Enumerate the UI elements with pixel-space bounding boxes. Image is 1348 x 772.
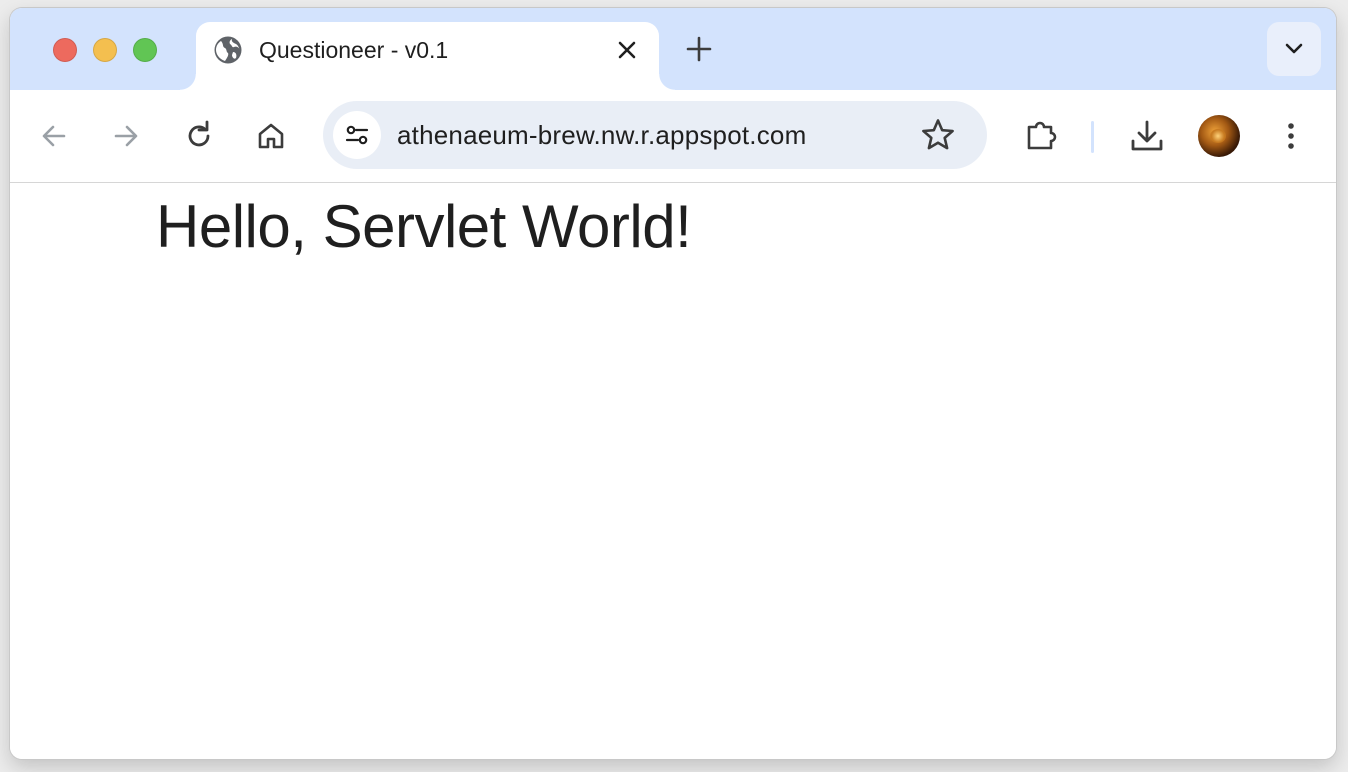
- window-maximize-button[interactable]: [133, 38, 157, 62]
- site-settings-icon: [345, 125, 369, 145]
- window-close-button[interactable]: [53, 38, 77, 62]
- home-icon[interactable]: [255, 120, 287, 152]
- site-info-button[interactable]: [333, 111, 381, 159]
- globe-icon: [214, 36, 242, 64]
- profile-avatar[interactable]: [1198, 115, 1240, 157]
- tab-strip: Questioneer - v0.1: [10, 8, 1336, 90]
- chevron-down-icon: [1285, 43, 1303, 54]
- close-tab-icon[interactable]: [615, 38, 639, 62]
- more-menu-icon[interactable]: [1275, 120, 1307, 152]
- page-heading: Hello, Servlet World!: [156, 193, 692, 260]
- bookmark-star-icon[interactable]: [920, 117, 956, 153]
- window-minimize-button[interactable]: [93, 38, 117, 62]
- extensions-icon[interactable]: [1023, 118, 1059, 154]
- url-text: athenaeum-brew.nw.r.appspot.com: [397, 120, 807, 150]
- tab-title: Questioneer - v0.1: [259, 37, 449, 63]
- reload-icon[interactable]: [183, 120, 215, 152]
- download-icon[interactable]: [1128, 117, 1166, 155]
- back-arrow-icon[interactable]: [38, 120, 70, 152]
- tab-questioneer[interactable]: Questioneer - v0.1: [180, 22, 675, 90]
- address-bar[interactable]: athenaeum-brew.nw.r.appspot.com: [323, 101, 987, 169]
- toolbar-divider: [1091, 121, 1094, 153]
- new-tab-plus-icon[interactable]: [685, 35, 713, 63]
- tab-search-button[interactable]: [1267, 22, 1321, 76]
- forward-arrow-icon[interactable]: [110, 120, 142, 152]
- toolbar: athenaeum-brew.nw.r.appspot.com: [10, 90, 1336, 183]
- browser-window: Questioneer - v0.1 athenaeum-brew.nw.r.a…: [10, 8, 1336, 759]
- page-content: Hello, Servlet World!: [10, 183, 1336, 759]
